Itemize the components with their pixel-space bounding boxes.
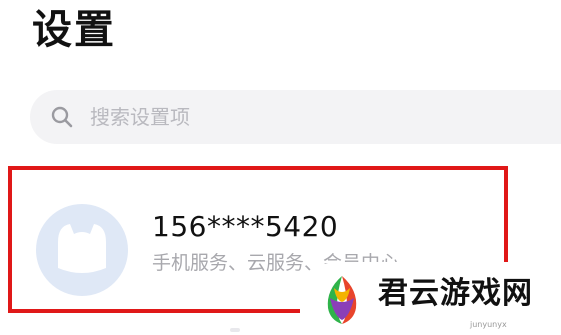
watermark-logo [327, 276, 357, 324]
page-title: 设置 [32, 7, 116, 53]
settings-page: 设置 搜索设置项 156****5420 手机服务、云服务、会员中心 君云游戏网… [0, 0, 561, 335]
watermark-text: 君云游戏网 [378, 276, 533, 311]
watermark: 君云游戏网 junyunyx [300, 262, 561, 335]
search-input[interactable]: 搜索设置项 [30, 90, 561, 144]
avatar-icon [36, 204, 128, 296]
search-placeholder: 搜索设置项 [90, 105, 190, 129]
search-icon [51, 106, 73, 128]
watermark-domain: junyunyx [470, 320, 507, 329]
account-phone: 156****5420 [152, 210, 339, 243]
scroll-indicator [230, 328, 240, 332]
